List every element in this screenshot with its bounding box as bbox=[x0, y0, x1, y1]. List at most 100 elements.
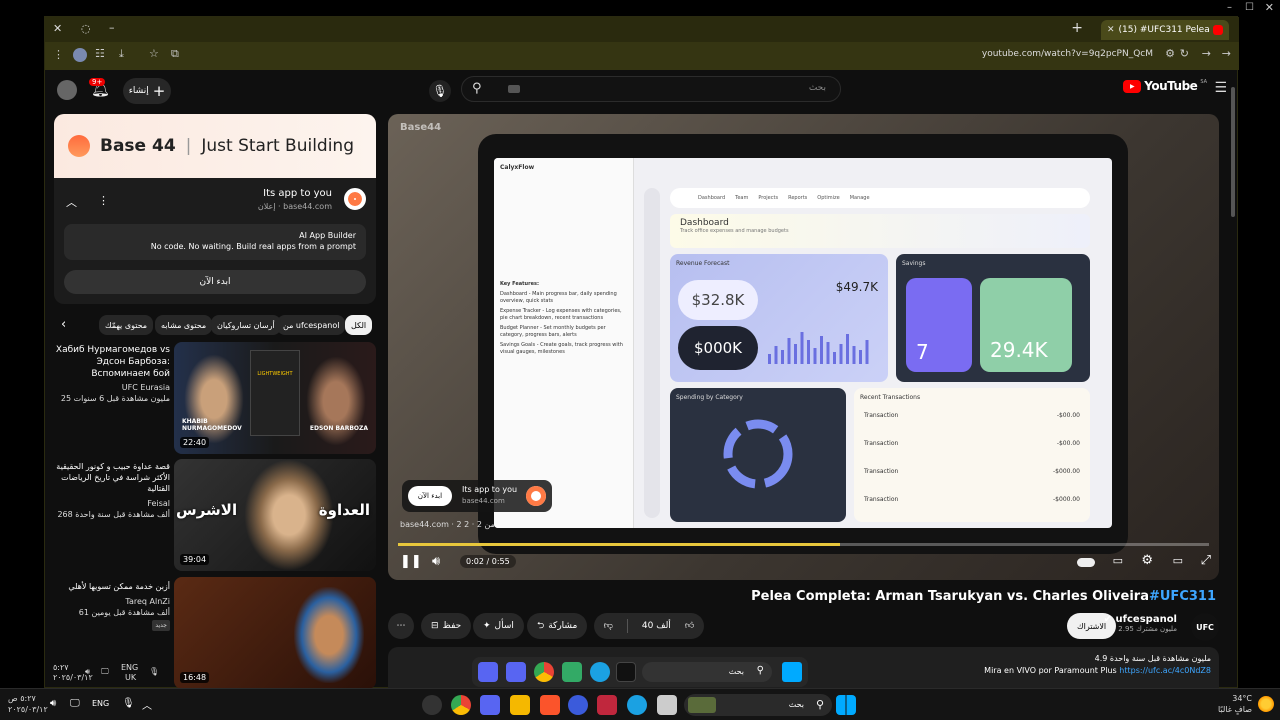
url-text[interactable]: youtube.com/watch?v=9q2pcPN_QcM bbox=[982, 49, 1153, 59]
chip-from-channel[interactable]: من ufcespanol bbox=[277, 315, 346, 335]
chip-interesting[interactable]: محتوى يهمّك bbox=[99, 315, 154, 335]
mic-tray-icon[interactable]: 🎙︎ bbox=[122, 698, 135, 709]
ad-banner[interactable]: Base 44 | Just Start Building bbox=[54, 114, 376, 178]
volume-icon[interactable]: 🔊︎ bbox=[50, 698, 56, 709]
ask-button[interactable]: ✦ اسأل bbox=[473, 613, 524, 639]
tray-mic-icon[interactable]: 🎙︎ bbox=[149, 667, 159, 676]
tab-close-icon[interactable]: ✕ bbox=[1107, 25, 1115, 35]
channel-name[interactable]: ✔ ufcespanol bbox=[1104, 614, 1177, 625]
theater-icon[interactable]: ▭ bbox=[1173, 554, 1183, 567]
overlay-cta-button[interactable]: ابدء الآن bbox=[408, 486, 452, 506]
chrome-icon[interactable] bbox=[534, 662, 554, 682]
rec-title[interactable]: Хабиб Нурмагомедов vs Эдсон Барбоза: Всп… bbox=[54, 344, 170, 380]
description-link[interactable]: https://ufc.ac/4c0NdZ8 bbox=[1119, 666, 1211, 675]
app-icon[interactable] bbox=[657, 695, 677, 715]
back-icon[interactable]: → bbox=[1202, 47, 1211, 60]
overlay-ad[interactable]: ابدء الآن Its app to you base44.com bbox=[402, 480, 552, 512]
autoplay-toggle[interactable] bbox=[1077, 558, 1095, 567]
app-icon[interactable] bbox=[562, 662, 582, 682]
new-tab-icon[interactable]: + bbox=[1071, 20, 1083, 36]
close-icon[interactable]: ✕ bbox=[1265, 1, 1274, 14]
weather-widget[interactable]: 34°C صافٍ غالبًا bbox=[1218, 693, 1252, 715]
volume-icon[interactable]: 🔊︎ bbox=[432, 554, 440, 569]
create-button[interactable]: إنشاء + bbox=[123, 78, 171, 104]
hashtag-link[interactable]: #UFC311 bbox=[1149, 589, 1216, 604]
clock-time[interactable]: ٥:٢٧ ص bbox=[8, 693, 48, 704]
forward-icon[interactable]: → bbox=[1222, 47, 1231, 60]
chips-prev-icon[interactable]: ‹ bbox=[61, 317, 66, 332]
language-indicator[interactable]: ENG bbox=[92, 699, 109, 708]
edge-icon[interactable] bbox=[590, 662, 610, 682]
settings-gear-icon[interactable]: ⚙ bbox=[1141, 553, 1153, 568]
pause-icon[interactable]: ❚❚ bbox=[400, 554, 422, 569]
ad-cta-button[interactable]: ابدء الآن bbox=[64, 270, 366, 294]
minimize-icon[interactable]: – bbox=[1227, 2, 1232, 13]
advertiser-avatar[interactable] bbox=[344, 188, 366, 210]
video-player[interactable]: Base44 CalyxFlow Key Features: Dashboard… bbox=[388, 114, 1219, 580]
profile-icon[interactable] bbox=[73, 48, 87, 62]
like-dislike-group[interactable]: 👎︎ 40 ألف 👍︎ bbox=[594, 613, 704, 639]
like-icon[interactable]: 👍︎ bbox=[685, 621, 694, 631]
dock-search[interactable]: بحث ⚲ bbox=[642, 662, 772, 682]
app-icon[interactable] bbox=[478, 662, 498, 682]
taskbar-search[interactable]: بحث ⚲ bbox=[684, 694, 832, 716]
rec-channel[interactable]: Tareq AlnZi bbox=[54, 596, 170, 607]
close-window-icon[interactable]: ✕ bbox=[53, 22, 62, 35]
tray-monitor-icon[interactable]: 🖵︎ bbox=[101, 667, 109, 677]
ad-card[interactable]: Base 44 | Just Start Building ︿ ⋮ Its ap… bbox=[54, 114, 376, 304]
edge-icon[interactable] bbox=[627, 695, 647, 715]
save-button[interactable]: ⊟ حفظ bbox=[421, 613, 472, 639]
show-hidden-icons[interactable]: ︿ bbox=[142, 697, 152, 712]
restore-icon[interactable]: ◌ bbox=[81, 22, 91, 35]
tray-volume-icon[interactable]: 🔊︎ bbox=[85, 667, 90, 677]
collapse-chevron-icon[interactable]: ︿ bbox=[66, 194, 77, 210]
app-icon[interactable] bbox=[568, 695, 588, 715]
channel-avatar[interactable]: UFC bbox=[1191, 613, 1219, 641]
app-icon[interactable] bbox=[597, 695, 617, 715]
discord-icon[interactable] bbox=[480, 695, 500, 715]
share-button[interactable]: ⮌ مشاركة bbox=[527, 613, 588, 639]
minimize-window-icon[interactable]: – bbox=[109, 21, 115, 34]
app-icon[interactable] bbox=[422, 695, 442, 715]
network-icon[interactable]: 🖵︎ bbox=[70, 698, 80, 709]
start-menu-icon[interactable] bbox=[836, 695, 856, 715]
share-page-icon[interactable]: ⧉ bbox=[171, 47, 179, 61]
progress-bar[interactable] bbox=[398, 543, 1209, 546]
reload-icon[interactable]: ↻ bbox=[1180, 47, 1189, 60]
video-thumbnail[interactable]: العداوة الاشرس 39:04 bbox=[174, 459, 376, 571]
extensions-icon[interactable]: ☷ bbox=[95, 47, 105, 60]
search-bar[interactable]: ⚲ بحث bbox=[461, 76, 841, 102]
dislike-icon[interactable]: 👎︎ bbox=[604, 621, 613, 631]
ad-title[interactable]: Its app to you bbox=[258, 188, 332, 199]
file-explorer-icon[interactable] bbox=[510, 695, 530, 715]
fullscreen-icon[interactable]: ⤢ bbox=[1201, 553, 1211, 568]
discord-icon[interactable] bbox=[506, 662, 526, 682]
page-scrollbar[interactable] bbox=[1231, 87, 1235, 217]
search-icon[interactable]: ⚲ bbox=[472, 81, 482, 96]
ad-menu-icon[interactable]: ⋮ bbox=[98, 194, 109, 207]
chip-tsarukyan[interactable]: أرسان تساروكيان bbox=[211, 315, 281, 335]
tab-youtube[interactable]: ✕ (15) #UFC311 Pelea Complet bbox=[1101, 20, 1229, 40]
brave-icon[interactable] bbox=[540, 695, 560, 715]
video-thumbnail[interactable]: 16:48 bbox=[174, 577, 376, 689]
list-item[interactable]: LIGHTWEIGHT KHABIB NURMAGOMEDOV EDSON BA… bbox=[54, 342, 376, 454]
rec-channel[interactable]: UFC Eurasia bbox=[54, 382, 170, 393]
clock-date[interactable]: ٢٠٢٥/٠٣/١٢ bbox=[8, 704, 48, 715]
download-icon[interactable]: ⤓ bbox=[119, 47, 124, 61]
youtube-logo[interactable]: ▶ YouTube SA bbox=[1123, 79, 1207, 93]
keyboard-icon[interactable] bbox=[508, 85, 520, 93]
chip-all[interactable]: الكل bbox=[345, 315, 373, 335]
maximize-icon[interactable]: ☐ bbox=[1245, 2, 1254, 13]
windows-start-icon[interactable] bbox=[782, 662, 802, 682]
chrome-icon[interactable] bbox=[451, 695, 471, 715]
hamburger-menu-icon[interactable]: ☰ bbox=[1214, 80, 1227, 96]
search-input[interactable]: بحث bbox=[809, 83, 826, 93]
menu-dots-icon[interactable]: ⋮ bbox=[53, 48, 64, 61]
rec-title[interactable]: قصة عداوة حبيب و كونور الحقيقية الأكثر ش… bbox=[54, 461, 170, 494]
video-thumbnail[interactable]: LIGHTWEIGHT KHABIB NURMAGOMEDOV EDSON BA… bbox=[174, 342, 376, 454]
captions-icon[interactable]: ▭ bbox=[1113, 554, 1123, 567]
rec-channel[interactable]: Feisal bbox=[54, 498, 170, 509]
list-item[interactable]: العداوة الاشرس 39:04 قصة عداوة حبيب و كو… bbox=[54, 459, 376, 571]
bookmark-star-icon[interactable]: ☆ bbox=[149, 47, 159, 60]
avatar[interactable] bbox=[57, 80, 77, 100]
